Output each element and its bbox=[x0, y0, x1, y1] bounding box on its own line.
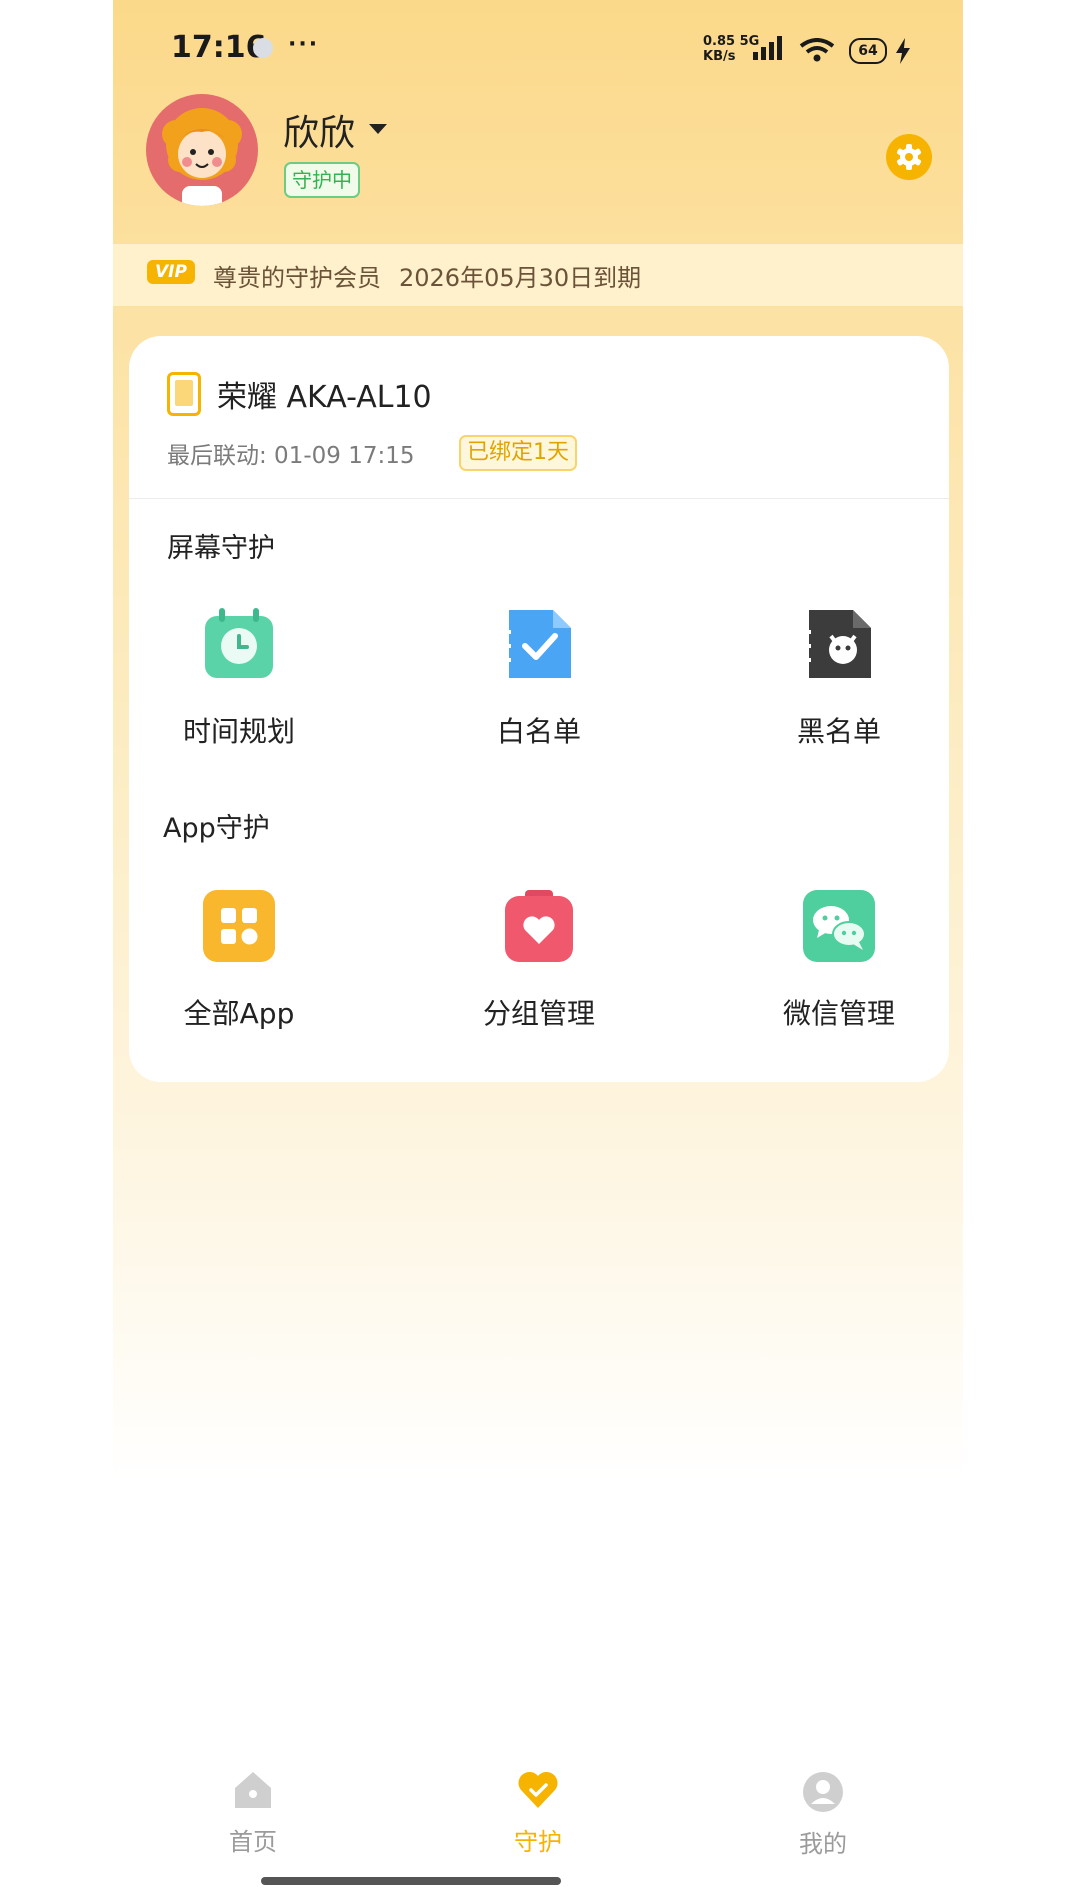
feature-label: 黑名单 bbox=[796, 715, 881, 748]
blacklist-button[interactable]: 黑名单 bbox=[729, 606, 949, 750]
divider bbox=[129, 498, 949, 499]
status-badge: 守护中 bbox=[284, 162, 360, 198]
child-name[interactable]: 欣欣 bbox=[283, 104, 355, 156]
group-manage-button[interactable]: 分组管理 bbox=[429, 888, 649, 1032]
battery-icon: 64 bbox=[849, 38, 887, 64]
vip-banner[interactable]: VIP 尊贵的守护会员 2026年05月30日到期 bbox=[113, 244, 963, 306]
home-icon bbox=[235, 1772, 271, 1808]
network-speed: 0.85 5G KB/s bbox=[703, 34, 760, 64]
all-apps-button[interactable]: 全部App bbox=[129, 888, 349, 1032]
phone-icon bbox=[167, 372, 201, 416]
wechat-manage-button[interactable]: 微信管理 bbox=[729, 888, 949, 1032]
home-indicator[interactable] bbox=[261, 1877, 561, 1885]
time-plan-button[interactable]: 时间规划 bbox=[129, 606, 349, 750]
bind-days-badge: 已绑定1天 bbox=[459, 435, 577, 471]
nav-home[interactable]: 首页 bbox=[193, 1768, 313, 1857]
app-screen: 17:16 ··· 0.85 5G KB/s 64 欣欣 守护中 VIP 尊贵的… bbox=[113, 0, 963, 1900]
section-title-screen-guard: 屏幕守护 bbox=[167, 533, 275, 564]
nav-guard[interactable]: 守护 bbox=[478, 1768, 598, 1857]
device-name[interactable]: 荣耀 AKA-AL10 bbox=[217, 372, 432, 416]
feature-label: 白名单 bbox=[496, 715, 581, 748]
avatar[interactable] bbox=[146, 94, 258, 206]
charging-icon bbox=[896, 38, 910, 64]
last-sync-time: 最后联动: 01-09 17:15 bbox=[167, 443, 415, 469]
feature-label: 时间规划 bbox=[182, 715, 295, 748]
more-notifications-icon: ··· bbox=[288, 32, 320, 57]
feature-label: 全部App bbox=[183, 997, 295, 1030]
vip-tag: VIP bbox=[147, 260, 195, 284]
vip-expiry: 2026年05月30日到期 bbox=[399, 264, 642, 292]
vip-label: 尊贵的守护会员 bbox=[213, 264, 381, 292]
status-bar: 17:16 ··· 0.85 5G KB/s 64 bbox=[113, 28, 963, 68]
group-manage-icon bbox=[501, 888, 577, 964]
device-card: 荣耀 AKA-AL10 最后联动: 01-09 17:15 已绑定1天 屏幕守护… bbox=[129, 336, 949, 1082]
heart-shield-icon bbox=[518, 1771, 558, 1808]
section-title-app-guard: App守护 bbox=[163, 813, 270, 844]
time-plan-icon bbox=[201, 606, 277, 682]
wifi-icon bbox=[799, 38, 835, 62]
gear-icon bbox=[896, 144, 922, 170]
whitelist-button[interactable]: 白名单 bbox=[429, 606, 649, 750]
all-apps-icon bbox=[201, 888, 277, 964]
chevron-down-icon[interactable] bbox=[369, 124, 387, 134]
nav-mine[interactable]: 我的 bbox=[763, 1770, 883, 1859]
nav-label: 守护 bbox=[514, 1828, 562, 1856]
user-icon bbox=[803, 1772, 843, 1812]
wechat-manage-icon bbox=[801, 888, 877, 964]
vip-info: 尊贵的守护会员 2026年05月30日到期 bbox=[213, 258, 641, 293]
whitelist-icon bbox=[501, 606, 577, 682]
feature-label: 分组管理 bbox=[482, 997, 595, 1030]
feature-label: 微信管理 bbox=[782, 997, 895, 1030]
settings-button[interactable] bbox=[886, 134, 932, 180]
notification-icon bbox=[253, 38, 273, 58]
nav-label: 首页 bbox=[229, 1828, 277, 1856]
nav-label: 我的 bbox=[799, 1830, 847, 1858]
signal-icon bbox=[753, 36, 782, 60]
blacklist-icon bbox=[801, 606, 877, 682]
